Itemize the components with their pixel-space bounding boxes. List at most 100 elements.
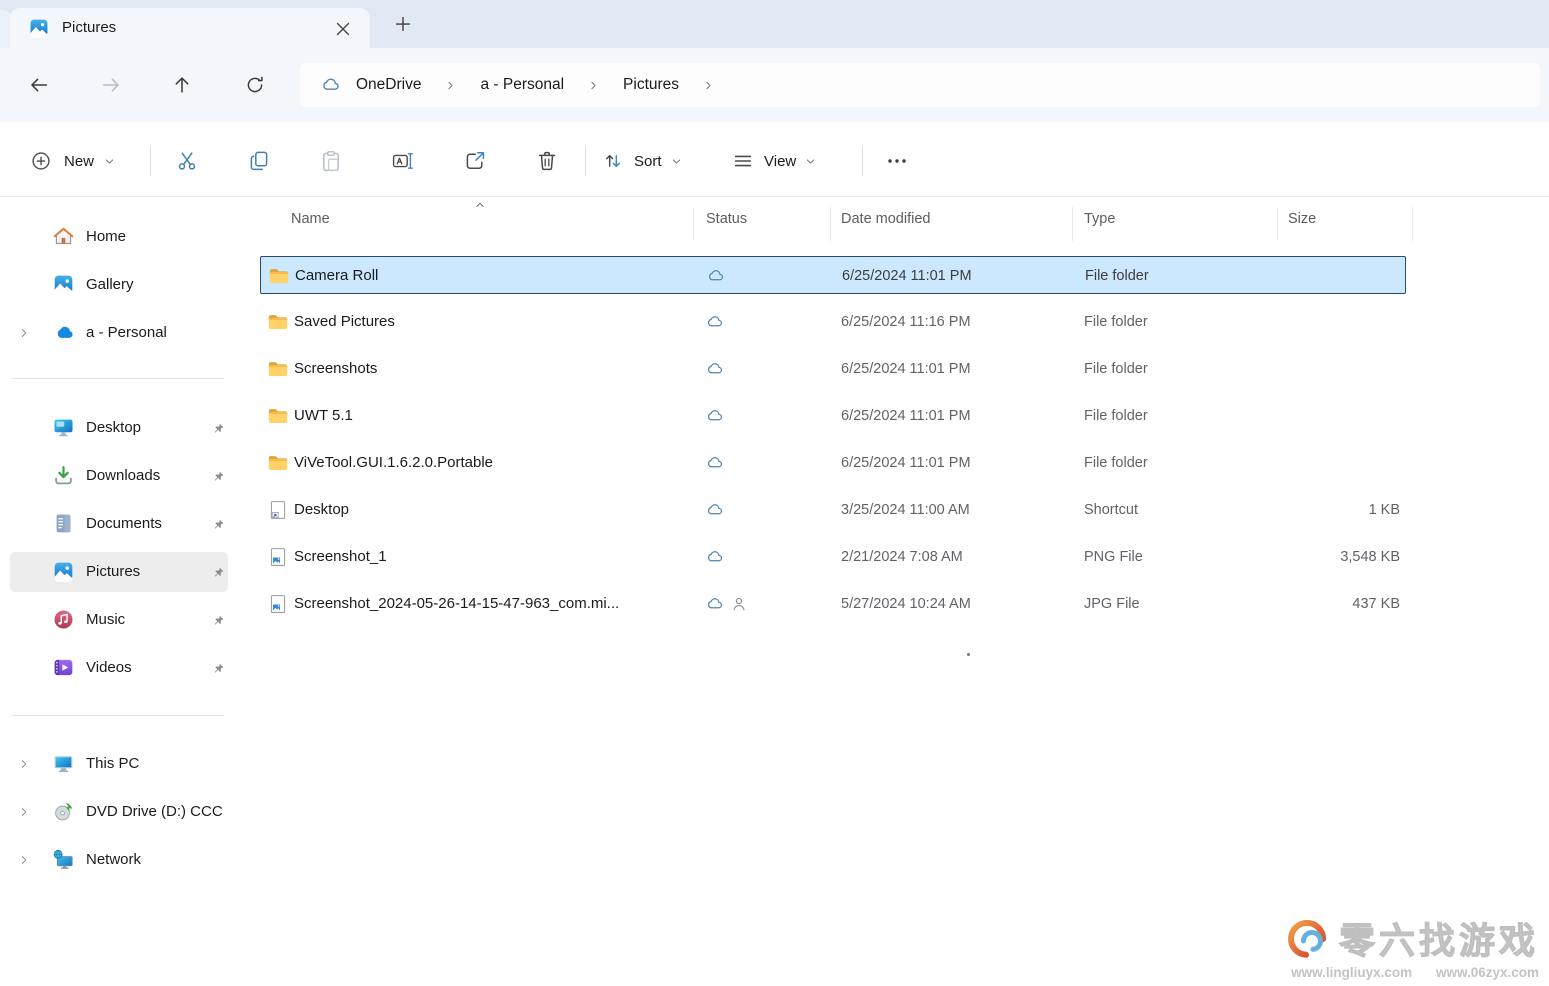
gallery-icon: [52, 273, 75, 296]
sidebar-item-label: This PC: [86, 755, 139, 772]
sort-button[interactable]: Sort: [602, 141, 682, 181]
more-options-button[interactable]: [875, 141, 919, 181]
sidebar-item-a-personal[interactable]: a - Personal: [10, 313, 228, 353]
refresh-icon: [244, 74, 266, 96]
file-type: File folder: [1085, 268, 1149, 284]
file-row-screenshots[interactable]: Screenshots6/25/2024 11:01 PMFile folder: [260, 350, 1406, 388]
file-name: UWT 5.1: [294, 407, 353, 424]
tab-pictures[interactable]: Pictures: [10, 8, 370, 48]
navigation-bar: OneDrive a - Personal Pictures: [0, 48, 1549, 122]
chevron-down-icon: [805, 156, 816, 167]
cut-button[interactable]: [165, 141, 209, 181]
pin-icon: [211, 565, 226, 580]
file-row-screenshot-1[interactable]: Screenshot_12/21/2024 7:08 AMPNG File3,5…: [260, 538, 1406, 576]
file-name: Screenshot_2024-05-26-14-15-47-963_com.m…: [294, 595, 619, 612]
breadcrumb-a-personal[interactable]: a - Personal: [480, 76, 564, 94]
folder-icon: [268, 265, 290, 287]
up-icon: [171, 74, 193, 96]
pin-icon: [211, 469, 226, 484]
share-button[interactable]: [453, 141, 497, 181]
sidebar-divider: [12, 378, 224, 379]
file-row-uwt-5-1[interactable]: UWT 5.1 6/25/2024 11:01 PM File folder: [260, 397, 1406, 435]
chevron-right-icon[interactable]: [445, 80, 456, 91]
sidebar-item-label: Desktop: [86, 419, 141, 436]
file-type: File folder: [1084, 314, 1148, 330]
column-header-date-modified[interactable]: Date modified: [841, 211, 930, 227]
file-date-modified: 5/27/2024 10:24 AM: [841, 596, 971, 612]
file-date-modified: 6/25/2024 11:01 PM: [841, 408, 971, 424]
chevron-right-icon[interactable]: [18, 806, 30, 818]
column-header-type[interactable]: Type: [1084, 211, 1115, 227]
sidebar-item-this-pc[interactable]: This PC: [10, 744, 228, 784]
column-divider[interactable]: [1277, 207, 1278, 241]
refresh-button[interactable]: [237, 67, 273, 103]
new-button-label: New: [64, 153, 94, 170]
file-date-modified: 6/25/2024 11:01 PM: [841, 455, 971, 471]
close-tab-icon[interactable]: [332, 18, 354, 40]
cloud-status-icon: [705, 359, 725, 379]
up-button[interactable]: [164, 67, 200, 103]
view-button[interactable]: View: [732, 141, 816, 181]
image-file-icon: [267, 593, 289, 615]
chevron-right-icon[interactable]: [18, 854, 30, 866]
sidebar-item-label: Documents: [86, 515, 162, 532]
column-divider[interactable]: [1072, 207, 1073, 241]
sidebar-item-label: a - Personal: [86, 324, 167, 341]
network-icon: [52, 848, 75, 871]
sidebar-item-videos[interactable]: Videos: [10, 648, 228, 688]
cut-icon: [175, 149, 199, 173]
file-type: PNG File: [1084, 549, 1143, 565]
sidebar-item-network[interactable]: Network: [10, 840, 228, 880]
cursor-dot: [967, 653, 970, 656]
forward-button[interactable]: [93, 67, 129, 103]
folder-icon: [267, 452, 289, 474]
chevron-right-icon[interactable]: [18, 327, 30, 339]
column-header-status[interactable]: Status: [706, 211, 747, 227]
pc-icon: [52, 752, 75, 775]
sidebar-item-desktop[interactable]: Desktop: [10, 408, 228, 448]
tab-title: Pictures: [62, 19, 116, 36]
share-icon: [463, 149, 487, 173]
paste-button[interactable]: [309, 141, 353, 181]
chevron-right-icon[interactable]: [18, 758, 30, 770]
column-header-name[interactable]: Name: [291, 211, 330, 227]
breadcrumb-onedrive[interactable]: OneDrive: [356, 76, 421, 94]
folder-icon: [267, 311, 289, 333]
sidebar-item-dvd-drive-d-ccc[interactable]: DVD Drive (D:) CCC: [10, 792, 228, 832]
new-button[interactable]: New: [18, 141, 127, 181]
back-icon: [28, 74, 50, 96]
file-row-saved-pictures[interactable]: Saved Pictures6/25/2024 11:16 PMFile fol…: [260, 303, 1406, 341]
folder-icon: [267, 358, 289, 380]
column-header-size[interactable]: Size: [1288, 211, 1316, 227]
file-date-modified: 6/25/2024 11:01 PM: [841, 361, 971, 377]
chevron-right-icon[interactable]: [588, 80, 599, 91]
back-button[interactable]: [21, 67, 57, 103]
copy-button[interactable]: [237, 141, 281, 181]
file-row-camera-roll[interactable]: Camera Roll6/25/2024 11:01 PMFile folder: [260, 256, 1406, 294]
command-toolbar: New Sort View: [0, 122, 1549, 197]
file-name: Saved Pictures: [294, 313, 395, 330]
delete-button[interactable]: [525, 141, 569, 181]
rename-button[interactable]: [381, 141, 425, 181]
cloud-status-icon: [705, 406, 725, 426]
file-type: File folder: [1084, 408, 1148, 424]
sidebar-item-downloads[interactable]: Downloads: [10, 456, 228, 496]
address-bar[interactable]: OneDrive a - Personal Pictures: [300, 63, 1540, 107]
sidebar-item-home[interactable]: Home: [10, 217, 228, 257]
file-row-desktop[interactable]: Desktop3/25/2024 11:00 AMShortcut1 KB: [260, 491, 1406, 529]
column-divider[interactable]: [830, 207, 831, 241]
ellipsis-icon: [885, 149, 909, 173]
column-divider[interactable]: [693, 207, 694, 241]
sidebar-item-pictures[interactable]: Pictures: [10, 552, 228, 592]
trash-icon: [535, 149, 559, 173]
breadcrumb-pictures[interactable]: Pictures: [623, 76, 679, 94]
sidebar-item-documents[interactable]: Documents: [10, 504, 228, 544]
view-button-label: View: [764, 153, 796, 170]
file-row-vivetool-gui-1-6-2-0-portable[interactable]: ViVeTool.GUI.1.6.2.0.Portable6/25/2024 1…: [260, 444, 1406, 482]
column-divider[interactable]: [1412, 207, 1413, 241]
sidebar-item-gallery[interactable]: Gallery: [10, 265, 228, 305]
file-row-screenshot-2024-05-26-14-15-47-963-com-mi[interactable]: Screenshot_2024-05-26-14-15-47-963_com.m…: [260, 585, 1406, 623]
new-tab-icon[interactable]: [392, 13, 414, 35]
sidebar-item-music[interactable]: Music: [10, 600, 228, 640]
chevron-right-icon[interactable]: [703, 80, 714, 91]
